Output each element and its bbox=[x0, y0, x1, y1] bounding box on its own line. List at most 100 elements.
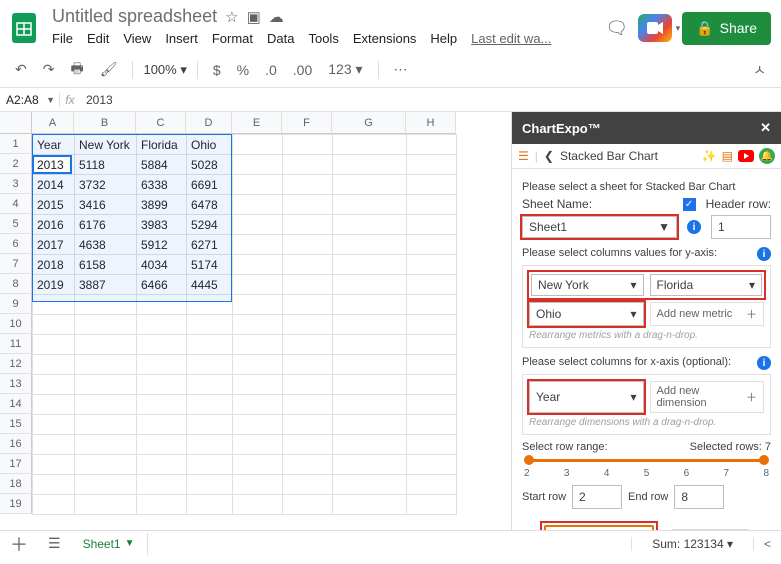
cloud-icon[interactable]: ☁ bbox=[269, 8, 284, 26]
paint-format-icon[interactable]: 🖌 bbox=[95, 57, 123, 82]
cell[interactable] bbox=[407, 215, 457, 235]
cell[interactable]: 3416 bbox=[75, 195, 137, 215]
row-range-slider[interactable] bbox=[526, 459, 767, 462]
cell[interactable] bbox=[407, 375, 457, 395]
cell[interactable]: 2018 bbox=[33, 255, 75, 275]
cell[interactable] bbox=[137, 495, 187, 515]
cell[interactable] bbox=[33, 355, 75, 375]
cell[interactable] bbox=[187, 295, 233, 315]
cell[interactable] bbox=[187, 495, 233, 515]
cell[interactable]: Florida bbox=[137, 135, 187, 155]
cell[interactable] bbox=[333, 175, 407, 195]
youtube-icon[interactable] bbox=[738, 150, 754, 162]
row-header[interactable]: 16 bbox=[0, 434, 32, 454]
cell[interactable]: 2019 bbox=[33, 275, 75, 295]
cell[interactable]: 4445 bbox=[187, 275, 233, 295]
col-header[interactable]: F bbox=[282, 112, 332, 134]
cell[interactable]: 3983 bbox=[137, 215, 187, 235]
formula-input[interactable]: 2013 bbox=[80, 93, 113, 107]
info-icon[interactable]: i bbox=[757, 356, 771, 370]
cell[interactable] bbox=[233, 455, 283, 475]
cell[interactable] bbox=[137, 435, 187, 455]
cell[interactable] bbox=[233, 395, 283, 415]
cell[interactable] bbox=[407, 455, 457, 475]
cell[interactable] bbox=[233, 335, 283, 355]
cell[interactable] bbox=[407, 275, 457, 295]
chart-type-crumb[interactable]: Stacked Bar Chart bbox=[560, 149, 696, 163]
cell[interactable] bbox=[187, 475, 233, 495]
cell[interactable] bbox=[33, 495, 75, 515]
how-to-button[interactable]: How to bbox=[670, 529, 751, 531]
col-header[interactable]: C bbox=[136, 112, 186, 134]
menu-edit[interactable]: Edit bbox=[87, 31, 109, 46]
cell[interactable] bbox=[33, 375, 75, 395]
cell[interactable] bbox=[33, 475, 75, 495]
cell[interactable] bbox=[283, 415, 333, 435]
row-header[interactable]: 1 bbox=[0, 134, 32, 154]
cell[interactable] bbox=[283, 315, 333, 335]
cell[interactable] bbox=[333, 455, 407, 475]
header-row-input[interactable]: 1 bbox=[711, 215, 771, 239]
row-header[interactable]: 3 bbox=[0, 174, 32, 194]
undo-icon[interactable]: ↶ bbox=[10, 57, 32, 82]
document-title[interactable]: Untitled spreadsheet bbox=[52, 6, 217, 27]
cell[interactable] bbox=[137, 315, 187, 335]
hamburger-icon[interactable]: ☰ bbox=[518, 149, 529, 163]
create-chart-button[interactable]: Create Chart bbox=[544, 525, 654, 530]
cell[interactable]: 6466 bbox=[137, 275, 187, 295]
cell[interactable] bbox=[333, 135, 407, 155]
percent-icon[interactable]: % bbox=[232, 58, 254, 82]
cell[interactable] bbox=[407, 315, 457, 335]
cell[interactable] bbox=[137, 475, 187, 495]
cell[interactable] bbox=[407, 235, 457, 255]
cell[interactable] bbox=[283, 255, 333, 275]
col-header[interactable]: A bbox=[32, 112, 74, 134]
menu-insert[interactable]: Insert bbox=[165, 31, 198, 46]
cell[interactable] bbox=[187, 335, 233, 355]
menu-format[interactable]: Format bbox=[212, 31, 253, 46]
cell[interactable]: 6176 bbox=[75, 215, 137, 235]
select-all-corner[interactable] bbox=[0, 112, 32, 134]
cell[interactable] bbox=[333, 415, 407, 435]
row-header[interactable]: 18 bbox=[0, 474, 32, 494]
last-edit-link[interactable]: Last edit wa... bbox=[471, 31, 551, 46]
cell[interactable] bbox=[283, 295, 333, 315]
cell[interactable] bbox=[33, 335, 75, 355]
explore-button[interactable]: < bbox=[753, 537, 781, 551]
cell[interactable] bbox=[137, 295, 187, 315]
quick-sum[interactable]: Sum: 123134 ▾ bbox=[631, 537, 753, 551]
row-header[interactable]: 6 bbox=[0, 234, 32, 254]
cell[interactable] bbox=[283, 455, 333, 475]
cell[interactable]: 2014 bbox=[33, 175, 75, 195]
cell[interactable] bbox=[333, 315, 407, 335]
row-header[interactable]: 10 bbox=[0, 314, 32, 334]
x-dim-1-select[interactable]: Year▾ bbox=[529, 381, 644, 413]
cell[interactable] bbox=[283, 195, 333, 215]
cell[interactable] bbox=[333, 375, 407, 395]
back-icon[interactable]: ❮ bbox=[544, 149, 554, 163]
cell[interactable] bbox=[283, 275, 333, 295]
sheet-select[interactable]: Sheet1▼ bbox=[522, 216, 677, 238]
cell[interactable]: 4034 bbox=[137, 255, 187, 275]
cell[interactable] bbox=[33, 295, 75, 315]
cell[interactable]: Ohio bbox=[187, 135, 233, 155]
cell[interactable] bbox=[283, 495, 333, 515]
comments-icon[interactable]: 🗨 bbox=[605, 18, 628, 39]
bell-icon[interactable]: 🔔 bbox=[759, 148, 775, 164]
menu-data[interactable]: Data bbox=[267, 31, 294, 46]
print-icon[interactable]: 🖶 bbox=[65, 54, 88, 86]
move-icon[interactable]: ▣ bbox=[247, 8, 261, 26]
cell[interactable] bbox=[333, 435, 407, 455]
meet-button[interactable] bbox=[638, 14, 672, 42]
cell[interactable] bbox=[187, 315, 233, 335]
redo-icon[interactable]: ↷ bbox=[38, 57, 60, 82]
cell[interactable]: 2013 bbox=[33, 155, 75, 175]
add-sheet-button[interactable]: ＋ bbox=[0, 531, 38, 557]
all-sheets-button[interactable]: ☰ bbox=[38, 535, 71, 552]
cell[interactable]: 5028 bbox=[187, 155, 233, 175]
row-header[interactable]: 8 bbox=[0, 274, 32, 294]
cell[interactable] bbox=[75, 315, 137, 335]
cell[interactable] bbox=[333, 195, 407, 215]
menu-view[interactable]: View bbox=[123, 31, 151, 46]
cell[interactable] bbox=[233, 415, 283, 435]
